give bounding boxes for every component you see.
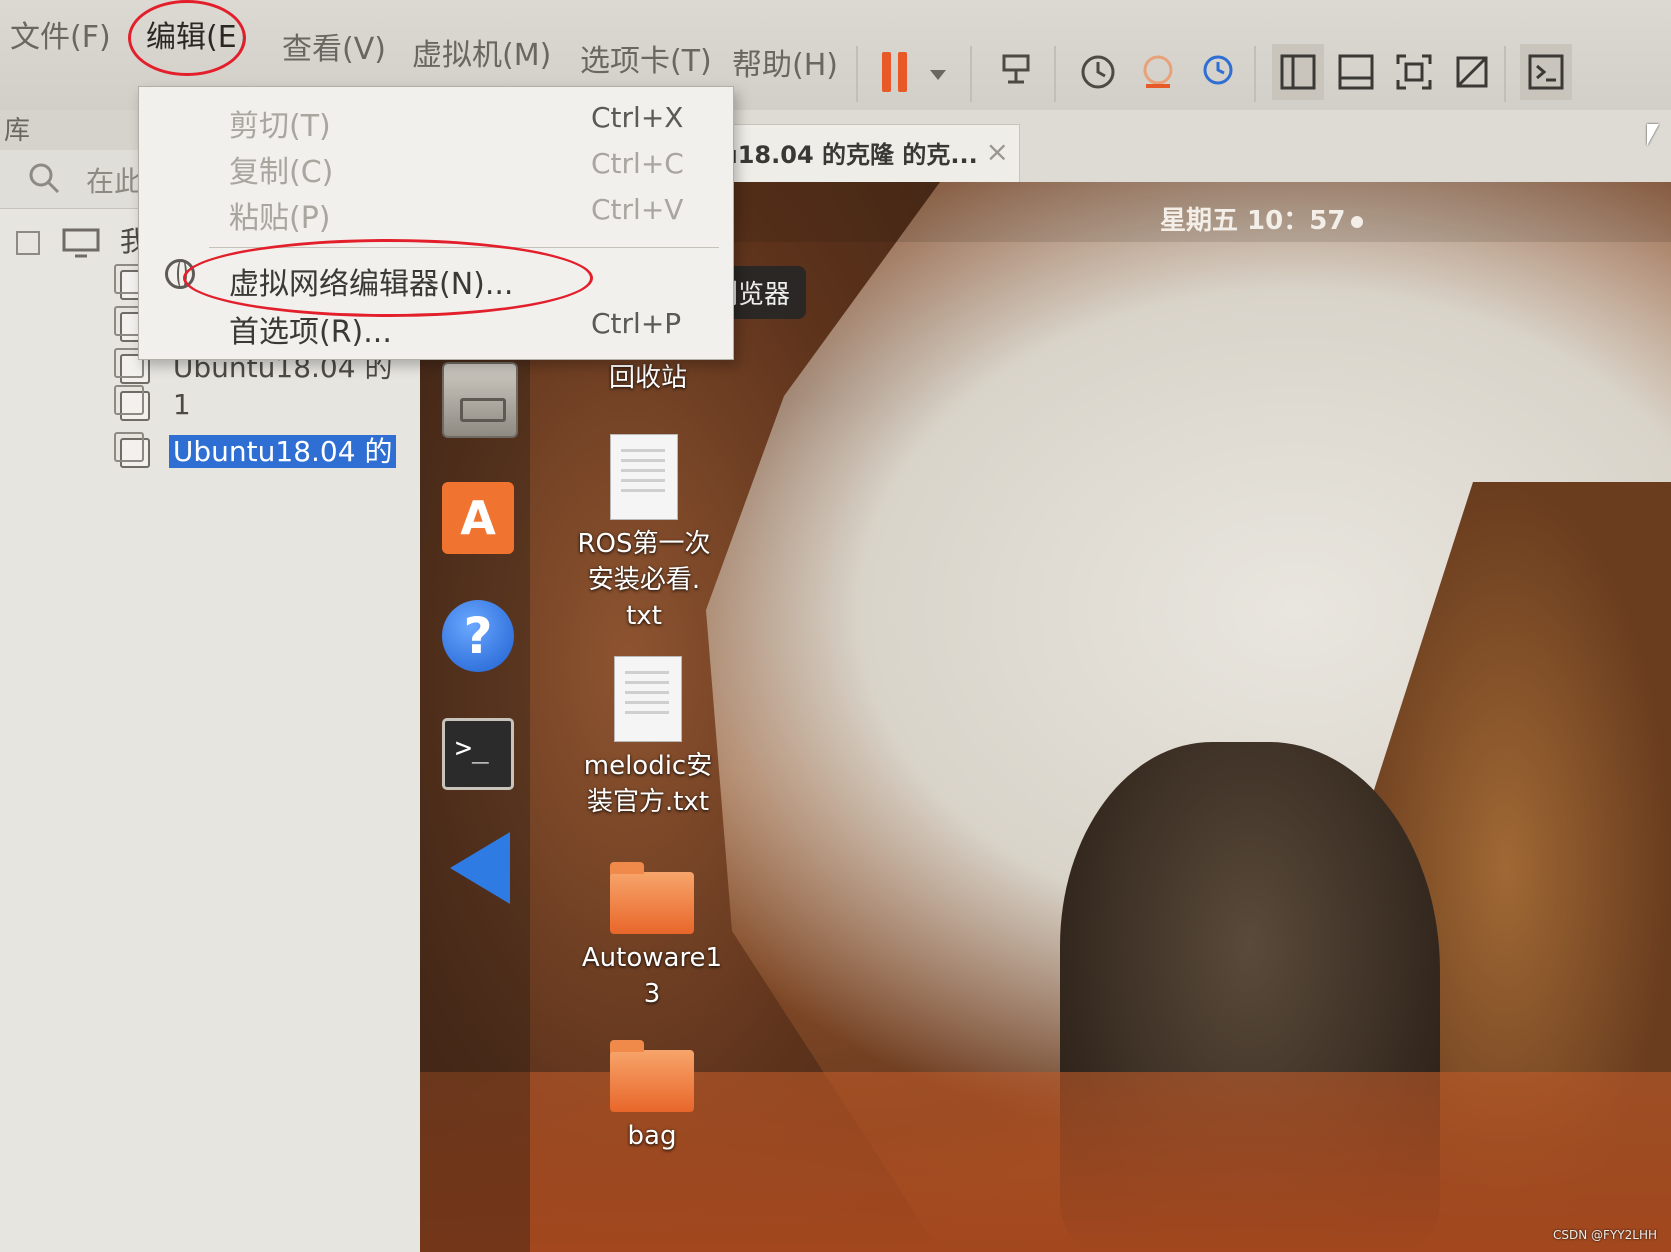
- menu-item-label: 虚拟网络编辑器(N)...: [229, 267, 514, 302]
- fullscreen-icon: [1396, 54, 1432, 90]
- vm-icon: [114, 385, 150, 421]
- library-item-label: 1: [172, 388, 191, 421]
- fullscreen-button[interactable]: [1388, 44, 1440, 100]
- show-library-button[interactable]: [1272, 44, 1324, 100]
- menu-item-shortcut: Ctrl+P: [591, 307, 682, 340]
- desktop-item-folder[interactable]: bag: [572, 1040, 732, 1154]
- menu-item-paste[interactable]: 粘贴(P) Ctrl+V: [139, 187, 733, 236]
- menu-item-label: 首选项(R)...: [229, 315, 392, 350]
- show-thumbnails-button[interactable]: [1330, 44, 1382, 100]
- clock-revert-icon: [1143, 55, 1173, 88]
- menu-separator: [209, 247, 719, 248]
- desktop-item-label: ROS第一次 安装必看. txt: [577, 529, 711, 631]
- menu-vm[interactable]: 虚拟机(M): [412, 30, 551, 74]
- library-item[interactable]: 1: [112, 385, 191, 421]
- unity-button[interactable]: [1446, 44, 1498, 100]
- desktop-item-label: 回收站: [608, 363, 687, 393]
- menu-item-copy[interactable]: 复制(C) Ctrl+C: [139, 141, 733, 190]
- vscode-icon[interactable]: [450, 832, 510, 904]
- desktop-item-file[interactable]: ROS第一次 安装必看. txt: [564, 434, 724, 634]
- menu-file[interactable]: 文件(F): [10, 12, 111, 56]
- search-input[interactable]: 在此: [86, 160, 142, 200]
- cursor-icon: [1647, 124, 1659, 146]
- menu-item-label: 剪切(T): [229, 109, 331, 144]
- menu-item-label: 粘贴(P): [229, 201, 331, 236]
- menu-item-cut[interactable]: 剪切(T) Ctrl+X: [139, 95, 733, 144]
- menu-item-label: 复制(C): [229, 155, 334, 190]
- desktop-item-file[interactable]: melodic安 装官方.txt: [568, 656, 728, 820]
- snapshot-button[interactable]: [1072, 44, 1124, 100]
- menu-item-shortcut: Ctrl+C: [591, 147, 684, 180]
- console-view-button[interactable]: [1520, 44, 1572, 100]
- menu-help[interactable]: 帮助(H): [732, 40, 838, 84]
- menu-edit[interactable]: 编辑(E): [146, 12, 248, 56]
- pause-button[interactable]: [874, 44, 954, 100]
- send-ctrl-alt-del-button[interactable]: [990, 44, 1042, 100]
- clock-manage-icon: [1203, 55, 1233, 85]
- desktop-item-trash[interactable]: 回收站: [568, 360, 728, 396]
- toolbar-separator: [856, 46, 858, 102]
- computer-icon: [62, 228, 100, 258]
- library-root[interactable]: 我: [16, 220, 148, 260]
- search-icon: [29, 163, 60, 194]
- running-vm-icon: [114, 432, 150, 468]
- close-icon[interactable]: ×: [986, 135, 1009, 168]
- software-store-icon[interactable]: A: [442, 482, 514, 554]
- files-app-icon[interactable]: [442, 362, 518, 438]
- console-icon: [1528, 54, 1564, 90]
- status-dot: [1351, 215, 1364, 228]
- guest-dock: A ? >_: [420, 332, 530, 1252]
- sidebar-icon: [1280, 54, 1316, 90]
- edit-menu: 剪切(T) Ctrl+X 复制(C) Ctrl+C 粘贴(P) Ctrl+V 虚…: [138, 86, 734, 360]
- collapse-icon[interactable]: [16, 231, 40, 255]
- network-icon: [1002, 54, 1030, 84]
- thumbnail-bar-icon: [1338, 54, 1374, 90]
- unity-mode-icon: [1456, 56, 1488, 88]
- folder-icon: [610, 1040, 694, 1112]
- folder-icon: [610, 862, 694, 934]
- watermark: CSDN @FYY2LHH: [1553, 1228, 1657, 1242]
- menu-item-shortcut: Ctrl+X: [591, 101, 684, 134]
- desktop-item-label: melodic安 装官方.txt: [583, 751, 713, 817]
- library-item-label: Ubuntu18.04 的: [168, 435, 397, 468]
- text-file-icon: [610, 434, 678, 520]
- desktop-item-label: bag: [627, 1121, 677, 1151]
- menu-item-preferences[interactable]: 首选项(R)... Ctrl+P: [139, 301, 733, 350]
- help-icon[interactable]: ?: [442, 600, 514, 672]
- library-item-selected[interactable]: Ubuntu18.04 的: [112, 430, 397, 470]
- desktop-item-label: Autoware1 3: [581, 943, 723, 1009]
- pause-icon: [882, 52, 891, 92]
- chevron-down-icon: [930, 70, 946, 80]
- menu-tabs[interactable]: 选项卡(T): [580, 36, 712, 80]
- clock-text: 星期五 10：57: [1160, 206, 1346, 236]
- menu-view[interactable]: 查看(V): [282, 24, 386, 68]
- globe-icon: [165, 259, 195, 289]
- menu-item-virtual-network-editor[interactable]: 虚拟网络编辑器(N)...: [139, 253, 733, 302]
- snapshot-manager-button[interactable]: [1192, 44, 1244, 100]
- guest-clock[interactable]: 星期五 10：57: [1160, 200, 1364, 237]
- desktop-item-folder[interactable]: Autoware1 3: [572, 862, 732, 1012]
- menu-item-shortcut: Ctrl+V: [591, 193, 684, 226]
- terminal-icon[interactable]: >_: [442, 718, 514, 790]
- revert-snapshot-button[interactable]: [1132, 44, 1184, 100]
- text-file-icon: [614, 656, 682, 742]
- clock-icon: [1081, 55, 1115, 89]
